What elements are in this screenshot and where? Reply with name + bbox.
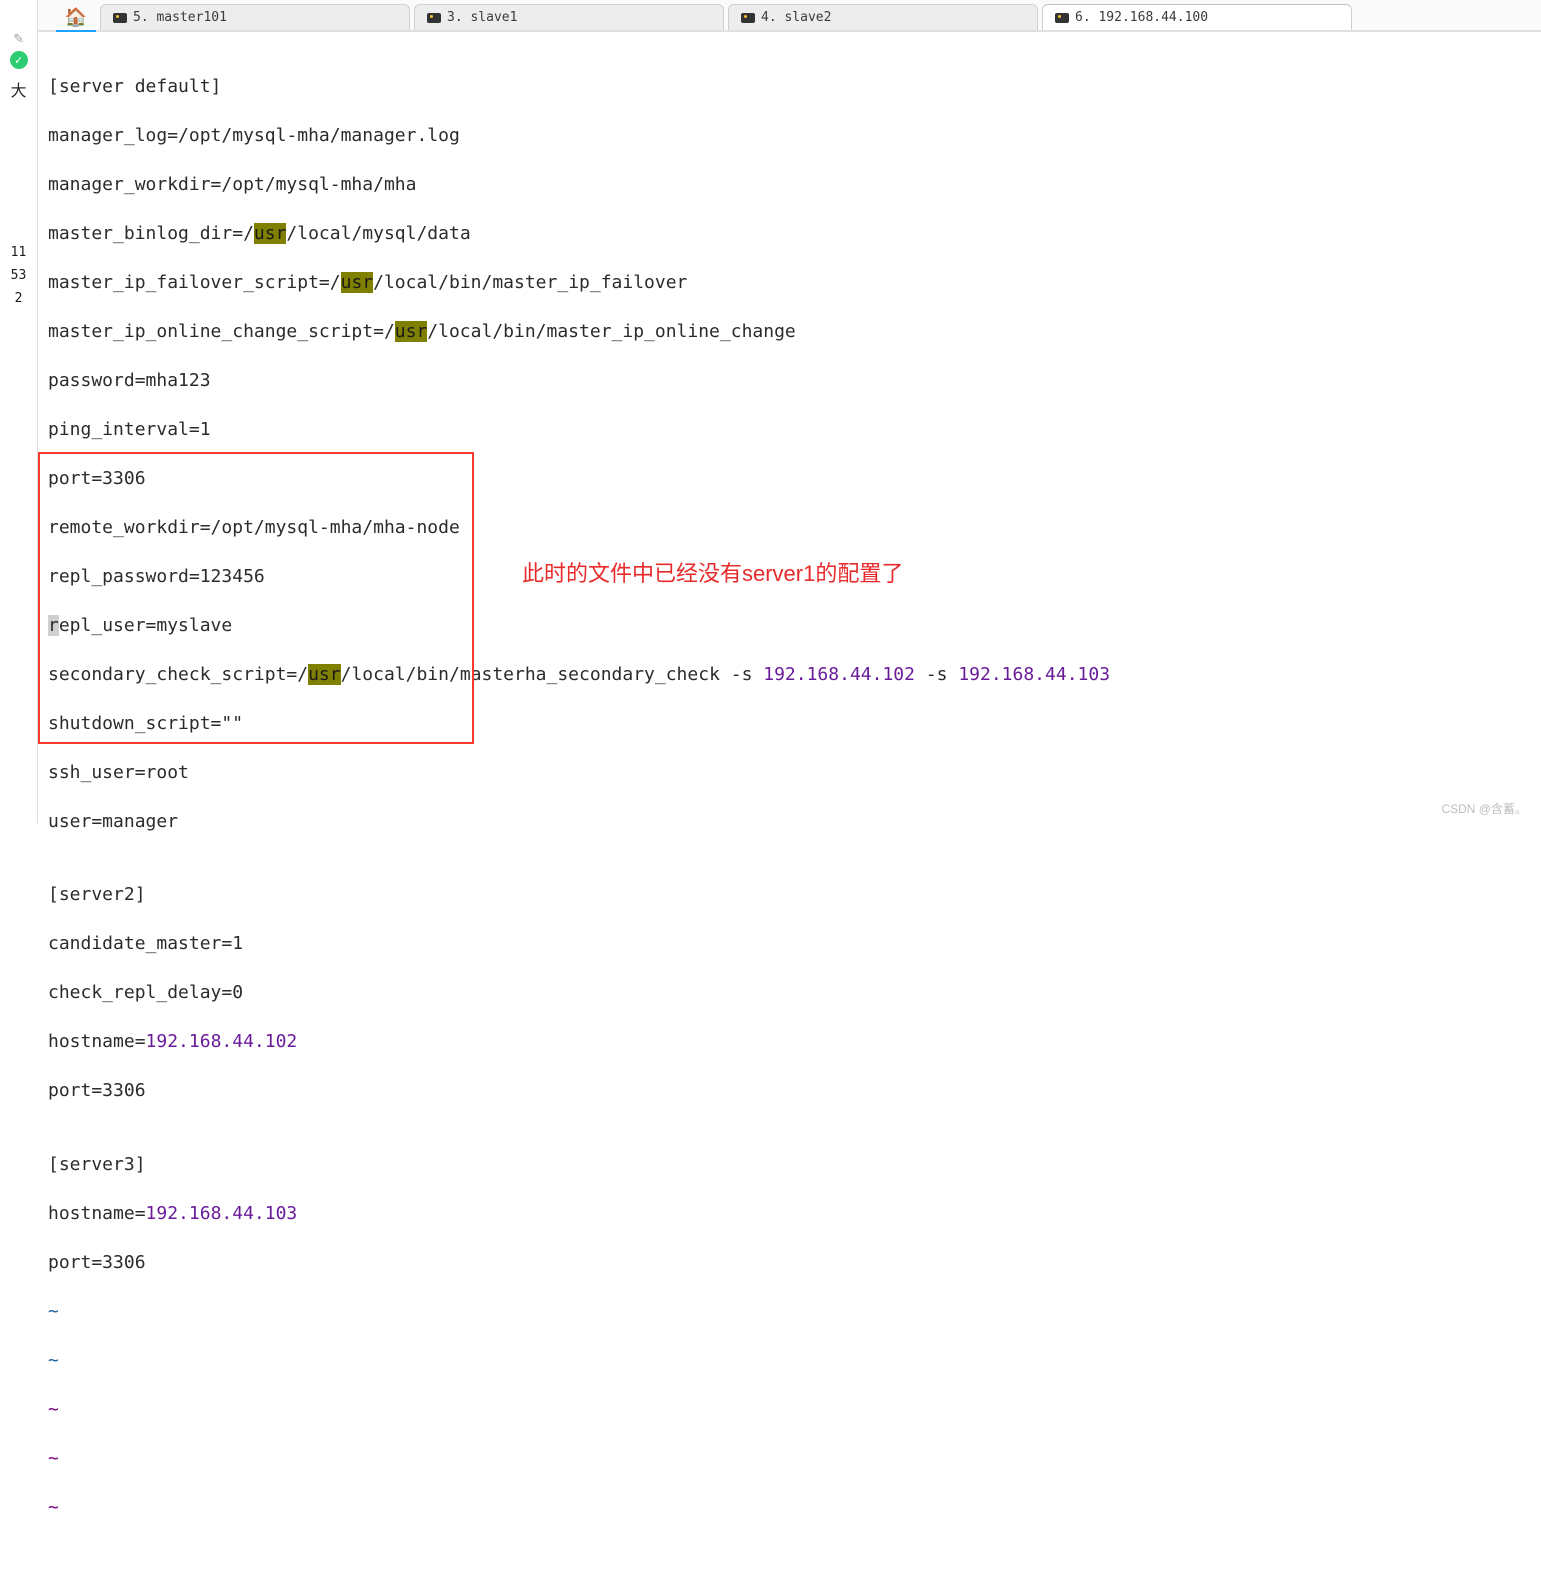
cursor-select: r — [48, 615, 59, 636]
vim-tilde: ~ — [48, 1447, 1531, 1472]
tab-slave2[interactable]: 4. slave2 — [728, 4, 1038, 30]
tab-bar: 🏠 5. master101 3. slave1 4. slave2 6. 19… — [38, 0, 1541, 32]
key-icon — [427, 13, 441, 23]
tab-label: 3. slave1 — [447, 10, 517, 25]
tab-master101[interactable]: 5. master101 — [100, 4, 410, 30]
code-line: port=3306 — [48, 1251, 1531, 1276]
code-line: hostname=192.168.44.103 — [48, 1202, 1531, 1227]
key-icon — [113, 13, 127, 23]
code-line: manager_workdir=/opt/mysql-mha/mha — [48, 173, 1531, 198]
edit-icon: ✎ — [14, 28, 24, 47]
code-line: port=3306 — [48, 467, 1531, 492]
ip-address: 192.168.44.102 — [146, 1031, 298, 1052]
code-line: master_ip_online_change_script=/usr/loca… — [48, 320, 1531, 345]
sidebar-number: 11 — [11, 245, 27, 260]
code-line: repl_user=myslave — [48, 614, 1531, 639]
ip-address: 192.168.44.102 — [763, 664, 915, 685]
annotation-text: 此时的文件中已经没有server1的配置了 — [522, 556, 903, 588]
code-line: hostname=192.168.44.102 — [48, 1030, 1531, 1055]
code-line: master_ip_failover_script=/usr/local/bin… — [48, 271, 1531, 296]
code-line: [server default] — [48, 75, 1531, 100]
code-line: manager_log=/opt/mysql-mha/manager.log — [48, 124, 1531, 149]
ip-address: 192.168.44.103 — [146, 1203, 298, 1224]
left-sidebar: ✎ ✓ 大 11 53 2 — [0, 0, 38, 823]
code-line: password=mha123 — [48, 369, 1531, 394]
tab-label: 6. 192.168.44.100 — [1075, 10, 1208, 25]
editor-content[interactable]: [server default] manager_log=/opt/mysql-… — [38, 32, 1541, 1579]
code-line: secondary_check_script=/usr/local/bin/ma… — [48, 663, 1531, 688]
highlight-usr: usr — [308, 664, 341, 685]
main-area: 🏠 5. master101 3. slave1 4. slave2 6. 19… — [38, 0, 1541, 823]
code-line: user=manager — [48, 810, 1531, 835]
vim-tilde: ~ — [48, 1300, 1531, 1325]
key-icon — [741, 13, 755, 23]
ime-indicator: 大 — [10, 77, 26, 101]
code-line: [server2] — [48, 883, 1531, 908]
code-line: port=3306 — [48, 1079, 1531, 1104]
code-line: ping_interval=1 — [48, 418, 1531, 443]
sidebar-number: 53 — [11, 268, 27, 283]
key-icon — [1055, 13, 1069, 23]
check-icon: ✓ — [10, 51, 28, 69]
watermark-text: CSDN @含蓄。 — [1441, 800, 1527, 817]
code-line: shutdown_script="" — [48, 712, 1531, 737]
highlight-usr: usr — [254, 223, 287, 244]
tab-slave1[interactable]: 3. slave1 — [414, 4, 724, 30]
vim-tilde: ~ — [48, 1398, 1531, 1423]
vim-tilde: ~ — [48, 1349, 1531, 1374]
vim-tilde: ~ — [48, 1496, 1531, 1521]
sidebar-number: 2 — [15, 291, 23, 306]
code-line: remote_workdir=/opt/mysql-mha/mha-node — [48, 516, 1531, 541]
code-line: ssh_user=root — [48, 761, 1531, 786]
tab-label: 4. slave2 — [761, 10, 831, 25]
tab-192-168-44-100[interactable]: 6. 192.168.44.100 — [1042, 4, 1352, 30]
ip-address: 192.168.44.103 — [958, 664, 1110, 685]
code-line: candidate_master=1 — [48, 932, 1531, 957]
highlight-usr: usr — [395, 321, 428, 342]
tab-label: 5. master101 — [133, 10, 227, 25]
code-line: master_binlog_dir=/usr/local/mysql/data — [48, 222, 1531, 247]
code-line: [server3] — [48, 1153, 1531, 1178]
highlight-usr: usr — [341, 272, 374, 293]
code-line: check_repl_delay=0 — [48, 981, 1531, 1006]
home-icon[interactable]: 🏠 — [56, 4, 96, 32]
